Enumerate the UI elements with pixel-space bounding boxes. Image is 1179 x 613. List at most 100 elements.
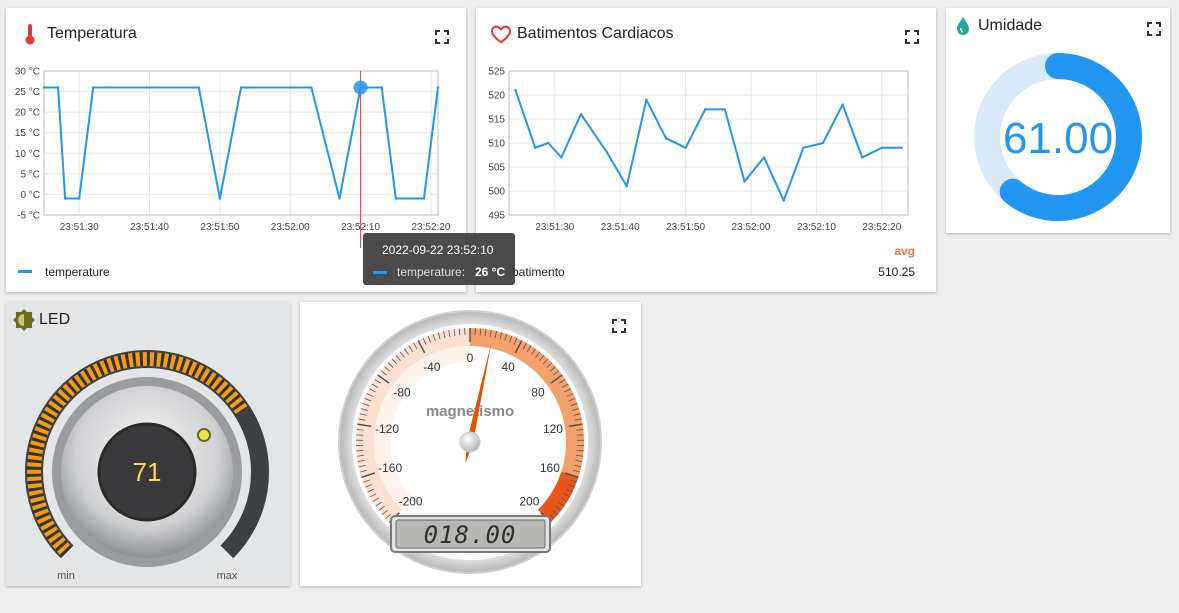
- data-point: [338, 197, 341, 200]
- data-point: [92, 86, 95, 89]
- heart-rate-card: Batimentos Cardiacos 525 520 515 510 505 500 4…: [476, 8, 936, 292]
- data-point: [664, 137, 668, 140]
- led-knob-dial[interactable]: 71 min max: [6, 302, 290, 586]
- gauge-tick-label: 200: [519, 494, 539, 508]
- gauge-tick-label: -80: [393, 386, 411, 400]
- data-point: [704, 108, 707, 111]
- temperature-legend-swatch: [18, 270, 32, 273]
- gauge-tick-label: -160: [378, 461, 402, 475]
- y-tick-label: -5 °C: [17, 211, 40, 222]
- gauge-tick-label: 0: [467, 351, 474, 365]
- data-point: [533, 146, 537, 149]
- data-point: [762, 156, 766, 159]
- x-tick-label: 23:52:10: [797, 222, 836, 233]
- heart-rate-chart[interactable]: 525 520 515 510 505 500 495 23:51:30 23:51:40 23:…: [476, 8, 936, 292]
- data-point: [239, 86, 243, 89]
- avg-label: avg: [894, 244, 915, 258]
- tooltip-series-label: temperature:: [397, 265, 466, 279]
- data-point: [723, 108, 727, 111]
- data-point: [436, 86, 440, 89]
- data-point: [625, 185, 628, 188]
- data-point: [560, 156, 563, 159]
- data-point: [880, 146, 884, 149]
- data-point: [155, 86, 158, 89]
- x-tick-label: 23:52:20: [411, 222, 450, 233]
- gauge-title: magnetismo: [426, 403, 514, 420]
- y-tick-label: 25 °C: [15, 87, 40, 98]
- data-point: [218, 197, 222, 200]
- x-tick-label: 23:51:50: [666, 222, 705, 233]
- y-tick-label: 15 °C: [15, 128, 40, 139]
- data-point: [380, 86, 383, 89]
- led-value: 71: [133, 457, 162, 487]
- data-point: [56, 86, 60, 89]
- y-tick-label: 515: [488, 115, 505, 126]
- x-tick-label: 23:52:20: [862, 222, 901, 233]
- y-tick-label: 495: [488, 211, 505, 222]
- y-tick-label: 525: [488, 67, 505, 78]
- y-tick-label: 500: [488, 187, 505, 198]
- heart-legend-label[interactable]: batimento: [512, 265, 565, 279]
- magnetism-gauge-card: -200 -160 -120 -80 -40 0 40 80 120 160 200 magneti…: [300, 302, 641, 586]
- data-point: [106, 86, 109, 89]
- temperature-legend-label[interactable]: temperature: [45, 265, 110, 279]
- x-tick-label: 23:52:00: [732, 222, 771, 233]
- x-tick-label: 23:51:40: [601, 222, 640, 233]
- gauge-tick-label: -200: [399, 494, 423, 508]
- data-point: [684, 146, 687, 149]
- gauge-tick-label: 120: [543, 422, 563, 436]
- y-tick-label: 30 °C: [15, 67, 40, 78]
- data-point: [42, 86, 46, 89]
- led-max-label: max: [217, 570, 238, 582]
- series-line: [44, 86, 439, 200]
- x-tick-label: 23:51:30: [60, 222, 99, 233]
- data-point: [645, 98, 648, 102]
- x-tick-label: 23:51:40: [130, 222, 169, 233]
- avg-value: 510.25: [878, 265, 915, 279]
- y-tick-label: 520: [488, 91, 505, 102]
- humidity-card: Umidade 61.00: [946, 8, 1170, 233]
- data-point: [422, 197, 426, 200]
- data-point: [310, 86, 313, 89]
- data-point: [821, 141, 825, 145]
- hover-point: [353, 80, 368, 95]
- gauge-tick-label: 40: [501, 360, 515, 374]
- data-point: [605, 151, 609, 154]
- x-tick-label: 23:51:30: [535, 222, 574, 233]
- tooltip-series-swatch: [373, 271, 387, 274]
- y-tick-label: 510: [488, 139, 505, 150]
- x-tick-label: 23:51:50: [200, 222, 239, 233]
- x-tick-label: 23:52:00: [271, 222, 310, 233]
- data-point: [77, 197, 81, 200]
- gauge-needle-cap: [459, 431, 481, 453]
- data-point: [802, 146, 805, 149]
- gauge-tick-label: 160: [540, 461, 560, 475]
- gauge-minor-tick: [576, 449, 584, 452]
- gauge-lcd-value: 018.00: [424, 521, 517, 549]
- y-tick-label: 505: [488, 163, 505, 174]
- chart-tooltip: 2022-09-22 23:52:10 temperature: 26 °C: [363, 233, 515, 285]
- gauge-minor-tick: [356, 449, 364, 452]
- data-point: [782, 199, 785, 202]
- y-tick-label: 0 °C: [20, 190, 40, 201]
- data-point: [841, 103, 844, 106]
- data-point: [579, 113, 583, 116]
- magnetism-gauge: -200 -160 -120 -80 -40 0 40 80 120 160 200 magneti…: [338, 310, 602, 574]
- tooltip-value: 26 °C: [475, 265, 506, 279]
- humidity-donut-gauge: 61.00: [974, 53, 1142, 221]
- data-point: [197, 86, 200, 89]
- series-line: [514, 89, 902, 202]
- data-point: [547, 141, 550, 145]
- data-point: [63, 197, 67, 200]
- tooltip-date: 2022-09-22 23:52:10: [382, 243, 494, 257]
- y-tick-label: 5 °C: [20, 169, 40, 180]
- led-card: LED 71 min max: [6, 302, 290, 586]
- y-tick-label: 10 °C: [15, 149, 40, 160]
- data-point: [514, 89, 517, 92]
- data-point: [900, 146, 903, 149]
- gauge-tick-label: -40: [423, 360, 441, 374]
- y-tick-label: 20 °C: [15, 108, 40, 119]
- data-point: [394, 197, 397, 200]
- data-point: [861, 156, 864, 159]
- led-indicator-light: [197, 428, 211, 442]
